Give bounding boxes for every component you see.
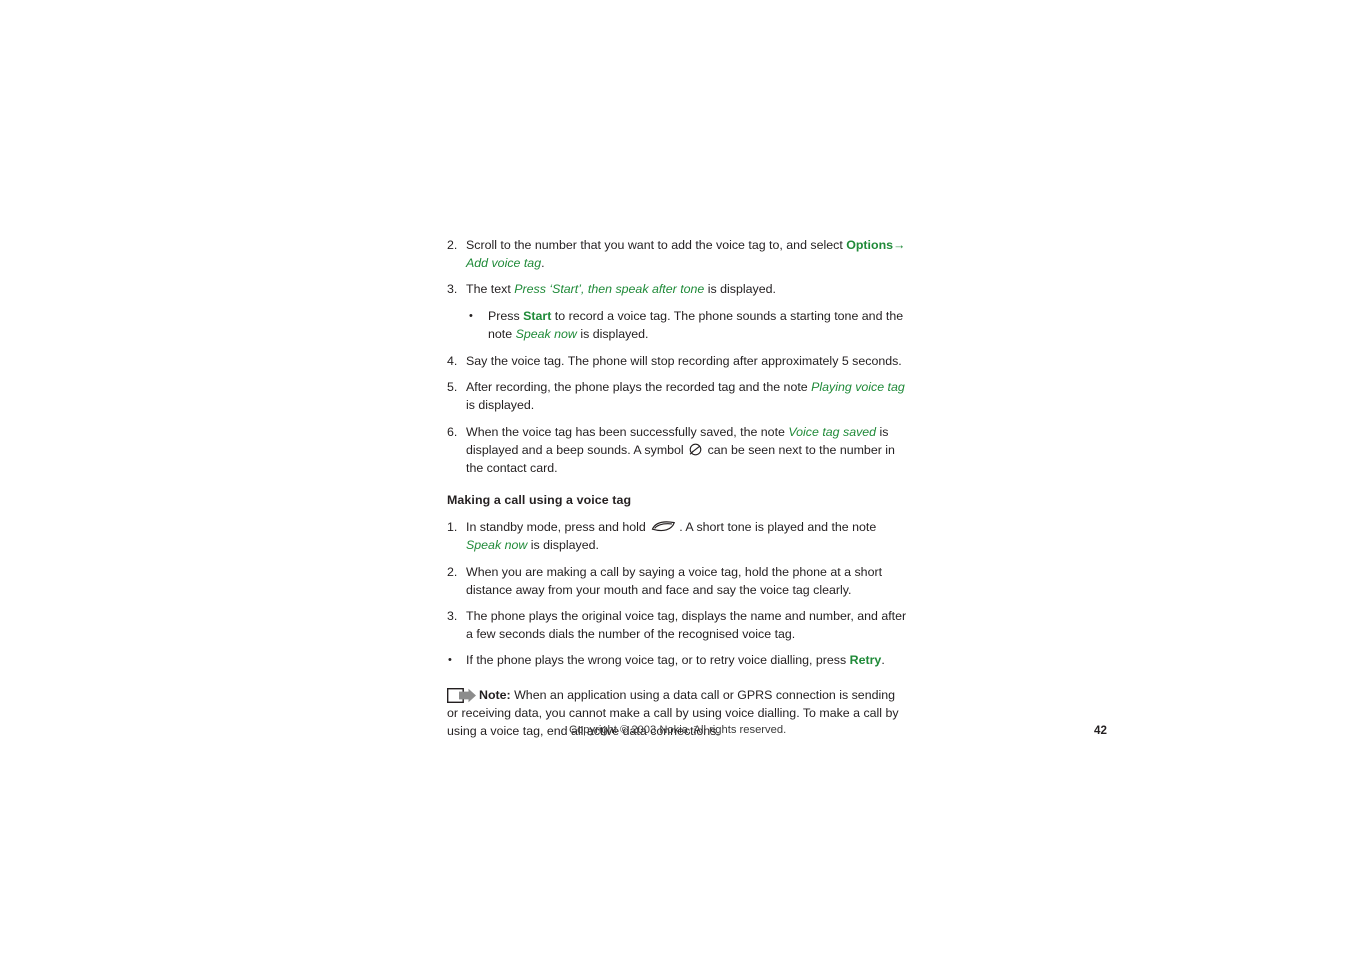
text-run: The phone plays the original voice tag, … — [466, 609, 907, 642]
page-footer: Copyright © 2003 Nokia. All rights reser… — [569, 724, 1107, 737]
list-item-text: When you are making a call by saying a v… — [466, 565, 882, 597]
text-run: Add voice tag — [466, 256, 542, 271]
text-run: Speak now — [515, 326, 577, 341]
page-number: 42 — [1094, 724, 1107, 737]
voice-key-icon — [651, 520, 676, 533]
list-item: 3. The phone plays the original voice tag… — [447, 607, 909, 643]
list-item-text: In standby mode, press and hold . A shor… — [466, 520, 876, 552]
list-item: • If the phone plays the wrong voice tag,… — [447, 651, 909, 669]
text-run: Speak now — [466, 538, 528, 553]
text-run: Options — [846, 238, 894, 252]
text-run: is displayed. — [704, 282, 776, 297]
text-run: When the voice tag has been successfully… — [466, 424, 789, 439]
list-item-marker: 4. — [447, 354, 458, 369]
list-item-marker: 2. — [447, 238, 458, 252]
list-item: 2. When you are making a call by saying a… — [447, 563, 909, 599]
text-run: . — [881, 653, 885, 668]
list-item: 3. The text Press ‘Start’, then speak aft… — [447, 280, 909, 298]
note-arrow-icon — [446, 687, 477, 703]
list-item: 6. When the voice tag has been successful… — [447, 423, 909, 478]
voice-tag-symbol-icon — [689, 443, 702, 456]
list-item-text: Say the voice tag. The phone will stop r… — [466, 354, 902, 368]
text-run: Voice tag saved — [788, 424, 877, 439]
note-label: Note: — [479, 687, 511, 702]
section-heading-making-a-call: Making a call using a voice tag — [447, 493, 632, 508]
list-item-marker: 3. — [447, 282, 458, 297]
text-run: If the phone plays the wrong voice tag, … — [466, 653, 850, 668]
text-run: The text — [466, 282, 515, 297]
list-item-text: When the voice tag has been successfully… — [466, 425, 895, 475]
list-item-marker: 6. — [447, 424, 458, 439]
list-item-text: If the phone plays the wrong voice tag, … — [466, 653, 885, 667]
text-run: Press — [488, 308, 524, 323]
text-run: → — [893, 238, 906, 252]
list-item: 2. Scroll to the number that you want to … — [447, 236, 909, 272]
list-item-text: After recording, the phone plays the rec… — [466, 380, 905, 412]
text-run: Playing voice tag — [811, 380, 905, 395]
text-run: When you are making a call by saying a v… — [466, 564, 883, 597]
voice-tag-steps-list: 2. Scroll to the number that you want to … — [447, 236, 909, 477]
list-item-marker: 3. — [447, 609, 458, 624]
list-item-marker: 1. — [447, 520, 458, 535]
list-item-marker: 5. — [447, 380, 458, 395]
text-run: . A short tone is played and the note — [679, 520, 877, 535]
text-run: In standby mode, press and hold — [466, 520, 650, 535]
text-run: is displayed. — [466, 398, 535, 413]
text-run: Say the voice tag. The phone will stop r… — [466, 354, 902, 369]
text-run: Start — [523, 308, 552, 323]
text-run: . — [541, 256, 545, 271]
list-item-marker: • — [469, 309, 473, 322]
list-item-text: The text Press ‘Start’, then speak after… — [466, 282, 776, 296]
list-item: 1. In standby mode, press and hold . A sh… — [447, 518, 909, 554]
making-call-steps-list: 1. In standby mode, press and hold . A sh… — [447, 518, 909, 669]
copyright-text: Copyright © 2003 Nokia. All rights reser… — [569, 724, 787, 736]
text-run: Press ‘Start’, then speak after tone — [514, 282, 705, 297]
list-item: 5. After recording, the phone plays the r… — [447, 378, 909, 414]
list-item-text: Press Start to record a voice tag. The p… — [488, 309, 903, 341]
list-item-marker: • — [448, 654, 452, 667]
page-content: 2. Scroll to the number that you want to … — [446, 236, 909, 740]
text-run: is displayed. — [576, 326, 649, 341]
list-item-marker: 2. — [447, 564, 458, 579]
text-run: is displayed. — [527, 538, 599, 553]
text-run: Scroll to the number that you want to ad… — [466, 238, 847, 252]
list-item-text: The phone plays the original voice tag, … — [466, 609, 906, 641]
list-item-text: Scroll to the number that you want to ad… — [466, 238, 905, 270]
text-run: Retry — [849, 653, 882, 668]
text-run: After recording, the phone plays the rec… — [466, 380, 812, 395]
list-item: • Press Start to record a voice tag. The … — [447, 307, 909, 343]
document-page: 2. Scroll to the number that you want to … — [0, 0, 1351, 954]
list-item: 4. Say the voice tag. The phone will stop… — [447, 352, 909, 370]
